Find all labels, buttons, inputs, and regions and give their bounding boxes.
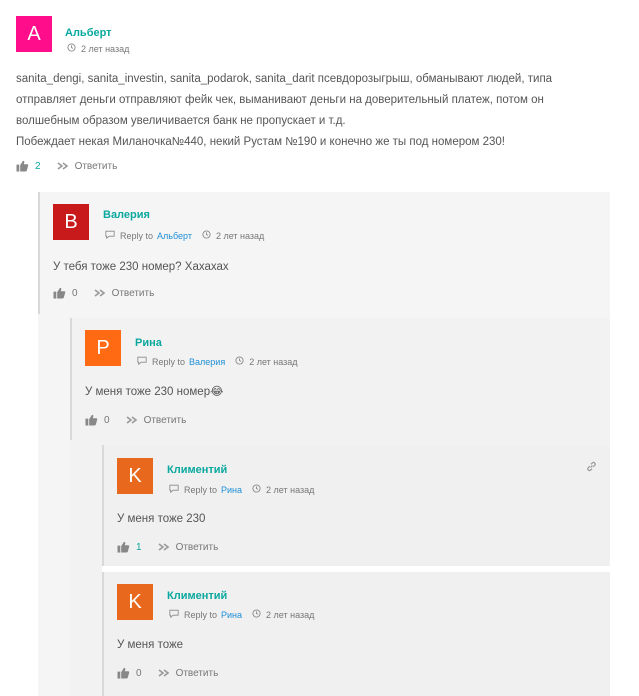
comment-author[interactable]: Климентий [167,590,227,602]
comment-meta: Reply to Альберт 2 лет назад [105,230,264,241]
reply-arrow-icon [57,162,68,170]
comment-text-line: sanita_dengi, sanita_investin, sanita_po… [16,73,553,85]
comment-meta: Reply to Рина 2 лет назад [169,609,314,620]
reply-label: Ответить [111,287,155,299]
reply-button[interactable]: Ответить [158,541,219,553]
clock-icon [235,356,244,367]
reply-to-link[interactable]: Рина [221,485,242,495]
reply-to-label: Reply to [120,230,154,241]
reply-to-icon [137,356,147,367]
comment-author[interactable]: Альберт [65,27,112,39]
comment-text-line: Побеждает некая Миланочка№440, некий Рус… [16,136,505,148]
comment-actions: 1 Ответить [117,541,218,553]
like-count: 0 [104,414,110,426]
comment-actions: 2 Ответить [16,160,117,172]
reply-button[interactable]: Ответить [94,287,155,299]
avatar: P [85,330,121,366]
thumbs-up-icon[interactable] [117,541,130,553]
reply-arrow-icon [126,416,137,424]
comment-text-line: отправляет деньги отправляют фейк чек, в… [16,94,544,106]
reply-arrow-icon [158,543,169,551]
link-icon[interactable] [586,459,597,477]
avatar: K [117,584,153,620]
reply-arrow-icon [94,289,105,297]
avatar: A [16,16,52,52]
comment-text: У меня тоже 230 [117,513,206,525]
comment-meta: Reply to Валерия 2 лет назад [137,356,298,367]
clock-icon [67,43,76,54]
reply-button[interactable]: Ответить [57,160,118,172]
comment-actions: 0 Ответить [85,414,186,426]
comment-time[interactable]: 2 лет назад [249,357,297,367]
reply-to-link[interactable]: Валерия [189,357,225,367]
clock-icon [252,484,261,495]
comment-text: У меня тоже [117,639,184,651]
comment-author[interactable]: Климентий [167,464,227,476]
comment-valeria: B Валерия Reply to Альберт 2 лет назад У… [38,192,610,314]
avatar: B [53,204,89,240]
clock-icon [252,609,261,620]
thumbs-up-icon[interactable] [53,287,66,299]
comment-actions: 0 Ответить [53,287,154,299]
thumbs-up-icon[interactable] [16,160,29,172]
comment-text: У тебя тоже 230 номер? Хахахах [53,261,229,273]
thumbs-up-icon[interactable] [117,667,130,679]
clock-icon [202,230,211,241]
reply-to-icon [169,609,179,620]
comment-meta: Reply to Рина 2 лет назад [169,484,314,495]
comment-albert: A Альберт 2 лет назад sanita_dengi, sani… [0,0,639,190]
comment-author[interactable]: Валерия [103,209,150,221]
reply-to-label: Reply to [152,356,186,367]
like-count: 0 [136,667,142,679]
reply-label: Ответить [143,414,187,426]
reply-label: Ответить [175,541,219,553]
reply-button[interactable]: Ответить [158,667,219,679]
reply-label: Ответить [74,160,118,172]
comment-time[interactable]: 2 лет назад [266,610,314,620]
reply-to-icon [105,230,115,241]
comment-time[interactable]: 2 лет назад [81,44,129,54]
thumbs-up-icon[interactable] [85,414,98,426]
comment-actions: 0 Ответить [117,667,218,679]
reply-button[interactable]: Ответить [126,414,187,426]
comment-klimentiy-1: K Климентий Reply to Рина 2 лет назад У … [102,445,610,566]
comment-text: У меня тоже 230 номер😂 [85,386,224,398]
reply-arrow-icon [158,669,169,677]
like-count: 1 [136,541,142,553]
reply-to-link[interactable]: Альберт [157,231,192,241]
comment-time[interactable]: 2 лет назад [266,485,314,495]
comment-meta: 2 лет назад [67,43,129,54]
comment-author[interactable]: Рина [135,337,162,349]
like-count: 2 [35,160,41,172]
avatar: K [117,458,153,494]
comment-klimentiy-2: K Климентий Reply to Рина 2 лет назад У … [102,572,610,696]
comment-time[interactable]: 2 лет назад [216,231,264,241]
comment-text-line: волшебным образом увеличивается банк не … [16,115,346,127]
comment-rina: P Рина Reply to Валерия 2 лет назад У ме… [70,318,610,440]
reply-to-label: Reply to [184,609,218,620]
comment-text: sanita_dengi, sanita_investin, sanita_po… [16,69,626,153]
reply-to-icon [169,484,179,495]
reply-to-label: Reply to [184,484,218,495]
reply-label: Ответить [175,667,219,679]
like-count: 0 [72,287,78,299]
reply-to-link[interactable]: Рина [221,610,242,620]
